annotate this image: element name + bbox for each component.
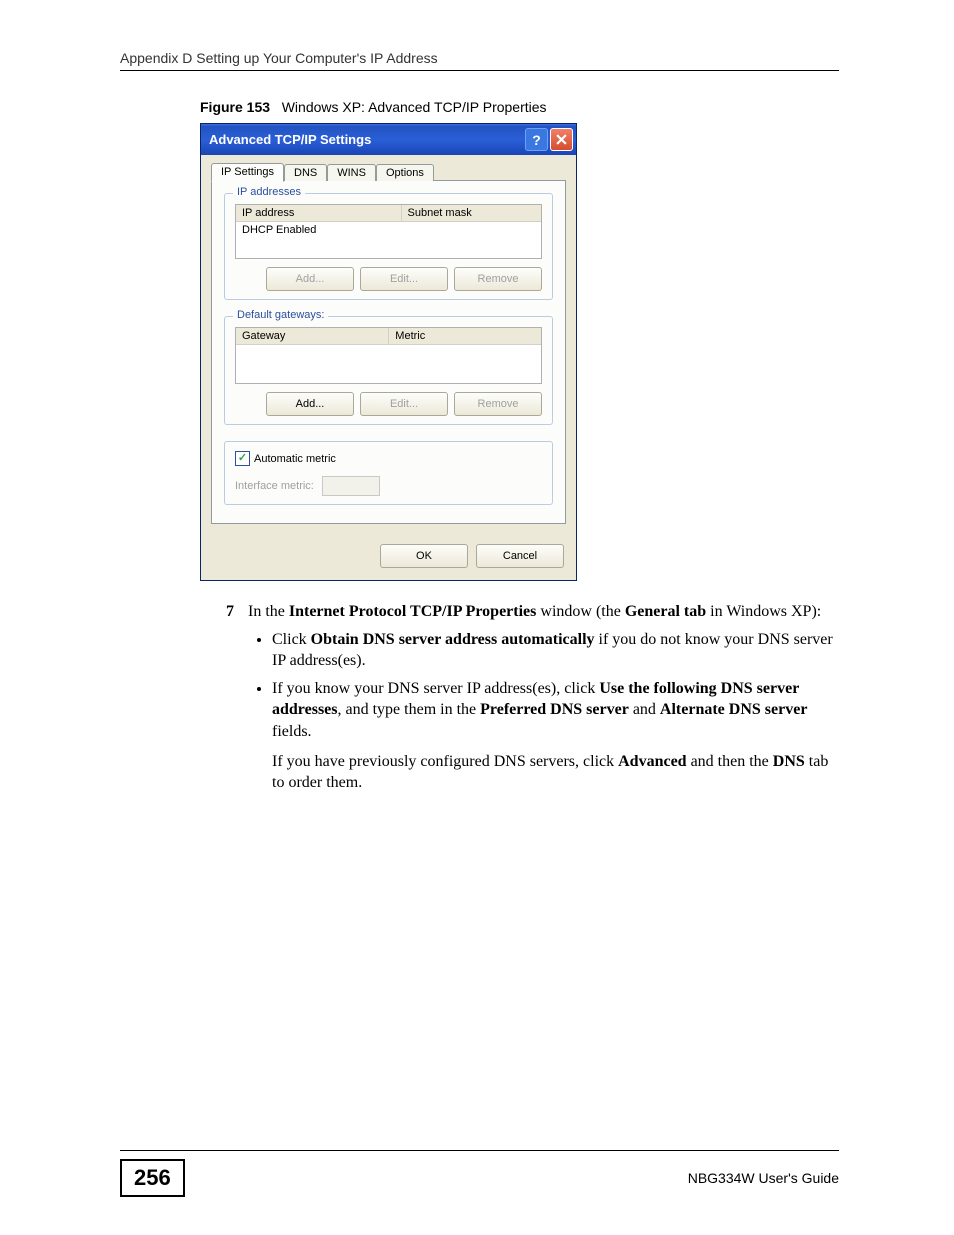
t: in Windows XP): xyxy=(706,603,821,620)
group-default-gateways-label: Default gateways: xyxy=(233,309,328,321)
tab-page-ip-settings: IP addresses IP address Subnet mask DHCP… xyxy=(211,180,566,524)
tab-dns[interactable]: DNS xyxy=(284,164,327,181)
t: Advanced xyxy=(618,753,686,770)
t: and then the xyxy=(687,753,773,770)
gateway-remove-button[interactable]: Remove xyxy=(454,392,542,416)
gateway-list[interactable]: Gateway Metric xyxy=(235,327,542,384)
bullet-item: Click Obtain DNS server address automati… xyxy=(272,629,839,672)
page-footer: 256 NBG334W User's Guide xyxy=(120,1150,839,1197)
ok-button[interactable]: OK xyxy=(380,544,468,568)
gateway-add-button[interactable]: Add... xyxy=(266,392,354,416)
interface-metric-label: Interface metric: xyxy=(235,480,314,492)
xp-dialog: Advanced TCP/IP Settings ? IP Settings D… xyxy=(200,123,577,581)
header-rule xyxy=(120,70,839,71)
bullet-subpara: If you have previously configured DNS se… xyxy=(272,751,839,794)
gateway-list-empty xyxy=(236,345,541,383)
t: , and type them in the xyxy=(338,701,481,718)
close-button[interactable] xyxy=(550,128,573,151)
group-ip-addresses: IP addresses IP address Subnet mask DHCP… xyxy=(224,193,553,300)
t: Click xyxy=(272,631,311,648)
gateway-edit-button[interactable]: Edit... xyxy=(360,392,448,416)
col-subnet-mask: Subnet mask xyxy=(402,205,542,221)
t: Preferred DNS server xyxy=(480,701,629,718)
tab-strip: IP Settings DNS WINS Options xyxy=(211,163,566,181)
t: If you know your DNS server IP address(e… xyxy=(272,680,599,697)
help-button[interactable]: ? xyxy=(525,128,548,151)
automatic-metric-checkbox[interactable] xyxy=(235,451,250,466)
col-metric: Metric xyxy=(389,328,541,344)
ip-edit-button[interactable]: Edit... xyxy=(360,267,448,291)
group-metric: Automatic metric Interface metric: xyxy=(224,441,553,505)
ip-list-header: IP address Subnet mask xyxy=(236,205,541,222)
t: Alternate DNS server xyxy=(660,701,808,718)
page-number: 256 xyxy=(120,1159,185,1197)
t: Internet Protocol TCP/IP Properties xyxy=(289,603,537,620)
gateway-list-header: Gateway Metric xyxy=(236,328,541,345)
ip-button-row: Add... Edit... Remove xyxy=(235,267,542,291)
bullet-item: If you know your DNS server IP address(e… xyxy=(272,678,839,794)
t: DNS xyxy=(773,753,805,770)
guide-name: NBG334W User's Guide xyxy=(688,1170,839,1186)
automatic-metric-row: Automatic metric xyxy=(235,451,340,466)
group-default-gateways: Default gateways: Gateway Metric Add... … xyxy=(224,316,553,425)
t: and xyxy=(629,701,660,718)
page-header: Appendix D Setting up Your Computer's IP… xyxy=(120,50,839,66)
interface-metric-input xyxy=(322,476,380,496)
tab-ip-settings[interactable]: IP Settings xyxy=(211,163,284,182)
step-text: In the Internet Protocol TCP/IP Properti… xyxy=(248,601,839,800)
ip-address-list[interactable]: IP address Subnet mask DHCP Enabled xyxy=(235,204,542,259)
t: General tab xyxy=(625,603,706,620)
col-ip-address: IP address xyxy=(236,205,402,221)
ip-remove-button[interactable]: Remove xyxy=(454,267,542,291)
dialog-body: IP Settings DNS WINS Options IP addresse… xyxy=(201,155,576,534)
step-number: 7 xyxy=(200,601,248,623)
ip-list-row-value: DHCP Enabled xyxy=(242,224,316,236)
step-7: 7 In the Internet Protocol TCP/IP Proper… xyxy=(200,601,839,800)
tab-wins[interactable]: WINS xyxy=(327,164,376,181)
gateway-button-row: Add... Edit... Remove xyxy=(235,392,542,416)
t: fields. xyxy=(272,723,312,740)
step-bullets: Click Obtain DNS server address automati… xyxy=(272,629,839,794)
close-icon xyxy=(556,134,567,145)
col-gateway: Gateway xyxy=(236,328,389,344)
t: Obtain DNS server address automatically xyxy=(311,631,595,648)
group-ip-addresses-label: IP addresses xyxy=(233,186,305,198)
footer-rule xyxy=(120,1150,839,1151)
t: If you have previously configured DNS se… xyxy=(272,753,618,770)
t: In the xyxy=(248,603,289,620)
titlebar: Advanced TCP/IP Settings ? xyxy=(201,124,576,155)
automatic-metric-label: Automatic metric xyxy=(254,453,336,465)
dialog-bottom-buttons: OK Cancel xyxy=(201,534,576,580)
tab-options[interactable]: Options xyxy=(376,164,434,181)
cancel-button[interactable]: Cancel xyxy=(476,544,564,568)
figure-caption-text: Windows XP: Advanced TCP/IP Properties xyxy=(282,99,547,115)
figure-caption: Figure 153 Windows XP: Advanced TCP/IP P… xyxy=(200,99,839,115)
interface-metric-row: Interface metric: xyxy=(235,476,542,496)
figure-number: Figure 153 xyxy=(200,99,270,115)
dialog-title: Advanced TCP/IP Settings xyxy=(209,132,523,147)
ip-add-button[interactable]: Add... xyxy=(266,267,354,291)
ip-list-row[interactable]: DHCP Enabled xyxy=(236,222,541,258)
t: window (the xyxy=(536,603,624,620)
